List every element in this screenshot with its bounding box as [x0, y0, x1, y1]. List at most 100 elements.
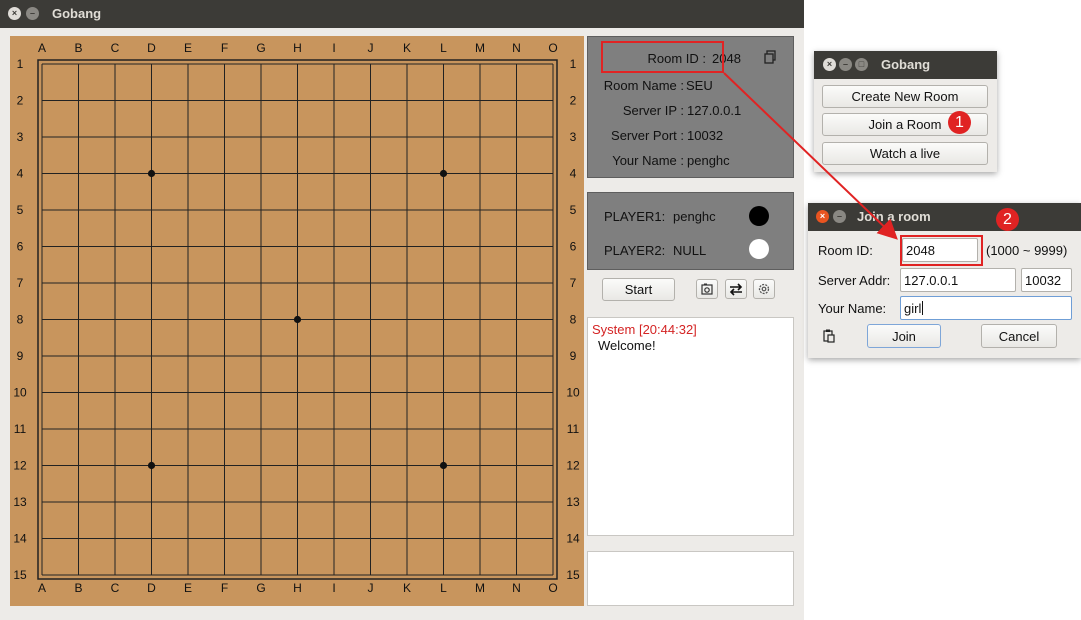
close-icon[interactable]: × [816, 210, 829, 223]
gobang-board[interactable]: AABBCCDDEEFFGGHHIIJJKKLLMMNNOO1122334455… [10, 36, 584, 606]
join-button[interactable]: Join [867, 324, 941, 348]
row-label-right: 10 [566, 386, 580, 400]
column-label-top: D [147, 41, 156, 55]
chat-log[interactable]: System [20:44:32] Welcome! [587, 317, 794, 536]
column-label-bottom: I [332, 581, 335, 595]
server-port-value: 10032 [687, 128, 724, 143]
row-label-left: 10 [13, 386, 27, 400]
close-icon[interactable]: × [823, 58, 836, 71]
star-point [147, 169, 156, 178]
row-label-right: 11 [567, 422, 580, 436]
your-name-input[interactable]: girl [900, 296, 1072, 320]
column-label-bottom: N [512, 581, 521, 595]
room-id-input-highlight [900, 235, 983, 266]
row-label-right: 7 [570, 276, 577, 290]
board-grid[interactable]: AABBCCDDEEFFGGHHIIJJKKLLMMNNOO1 12 23 34 45 5… [10, 36, 584, 606]
row-label-right: 3 [570, 130, 577, 144]
your-name-value: penghc [687, 153, 730, 168]
column-label-top: H [293, 41, 302, 55]
paste-icon[interactable] [823, 329, 836, 343]
main-window: × – Gobang A A B B C C D D E E F F G G H H I I J J K K L L M M N N O… [0, 0, 804, 620]
column-label-top: F [221, 41, 228, 55]
lobby-title: Gobang [881, 57, 931, 72]
column-label-top: N [512, 41, 521, 55]
column-label-bottom: H [293, 581, 302, 595]
close-icon[interactable]: × [8, 7, 21, 20]
your-name-label: Your Name: [818, 301, 887, 316]
row-label-right: 13 [566, 495, 580, 509]
swap-icon[interactable] [725, 279, 747, 299]
minimize-icon[interactable]: – [26, 7, 39, 20]
server-port-input[interactable]: 10032 [1021, 268, 1072, 292]
row-label-left: 4 [17, 167, 24, 181]
minimize-icon[interactable]: – [833, 210, 846, 223]
join-room-window: × – Join a room Room ID: 2048 (1000 ~ 99… [808, 203, 1081, 358]
copy-icon[interactable] [763, 50, 777, 64]
screenshot-icon[interactable] [696, 279, 718, 299]
window-title: Gobang [52, 6, 102, 21]
chat-input[interactable] [587, 551, 794, 606]
column-label-bottom: B [74, 581, 82, 595]
column-label-top: G [256, 41, 265, 55]
column-label-bottom: E [184, 581, 192, 595]
server-port-label: Server Port : [611, 128, 684, 143]
player1-label: PLAYER1: [604, 209, 666, 224]
column-label-top: B [74, 41, 82, 55]
column-label-top: O [548, 41, 557, 55]
star-point [147, 461, 156, 470]
column-label-bottom: A [38, 581, 46, 595]
column-label-bottom: L [440, 581, 447, 595]
column-label-top: L [440, 41, 447, 55]
server-ip-value: 127.0.0.1 [687, 103, 742, 118]
column-label-bottom: C [111, 581, 120, 595]
watch-live-button[interactable]: Watch a live [822, 142, 988, 165]
row-label-left: 14 [13, 532, 27, 546]
cancel-button[interactable]: Cancel [981, 324, 1057, 348]
row-label-left: 3 [17, 130, 24, 144]
column-label-bottom: J [368, 581, 374, 595]
row-label-right: 14 [566, 532, 580, 546]
room-name-label: Room Name : [603, 78, 684, 93]
start-button[interactable]: Start [602, 278, 675, 301]
maximize-icon[interactable]: □ [855, 58, 868, 71]
row-label-right: 6 [570, 240, 577, 254]
room-id-label: Room ID: [818, 243, 873, 258]
row-label-left: 12 [13, 459, 27, 473]
player2-label: PLAYER2: [604, 243, 666, 258]
join-title: Join a room [857, 209, 931, 224]
players-panel: PLAYER1: penghc PLAYER2: NULL [587, 192, 794, 270]
row-label-right: 12 [566, 459, 580, 473]
minimize-icon[interactable]: – [839, 58, 852, 71]
row-label-left: 8 [17, 313, 24, 327]
row-label-right: 2 [570, 94, 577, 108]
row-label-left: 9 [17, 349, 24, 363]
row-label-right: 15 [566, 568, 580, 582]
column-label-bottom: O [548, 581, 557, 595]
star-point [439, 461, 448, 470]
row-label-left: 11 [14, 422, 27, 436]
column-label-bottom: G [256, 581, 265, 595]
chat-message: Welcome! [598, 338, 656, 353]
column-label-bottom: K [403, 581, 411, 595]
your-name-value: girl [904, 300, 922, 316]
column-label-top: K [403, 41, 411, 55]
row-label-right: 4 [570, 167, 577, 181]
row-label-left: 5 [17, 203, 24, 217]
star-point [293, 315, 302, 324]
row-label-right: 9 [570, 349, 577, 363]
star-point [439, 169, 448, 178]
row-label-right: 8 [570, 313, 577, 327]
join-titlebar: × – Join a room [808, 203, 1081, 231]
column-label-bottom: M [475, 581, 485, 595]
white-stone-icon [749, 239, 769, 259]
settings-icon[interactable] [753, 279, 775, 299]
row-label-left: 1 [17, 57, 24, 71]
server-addr-input[interactable]: 127.0.0.1 [900, 268, 1016, 292]
column-label-top: I [332, 41, 335, 55]
chat-sender: System [20:44:32] [592, 322, 697, 337]
lobby-window: × – □ Gobang Create New Room Join a Room… [814, 51, 997, 172]
column-label-top: J [368, 41, 374, 55]
create-room-button[interactable]: Create New Room [822, 85, 988, 108]
room-id-range: (1000 ~ 9999) [986, 243, 1068, 258]
your-name-label: Your Name : [612, 153, 684, 168]
